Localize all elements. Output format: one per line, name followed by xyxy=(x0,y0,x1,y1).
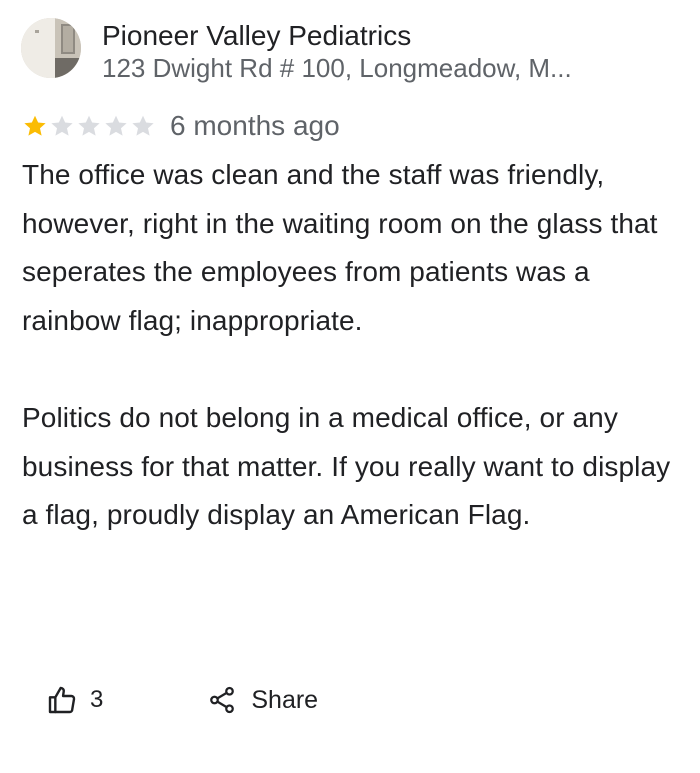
star-empty-icon xyxy=(51,115,73,136)
like-count: 3 xyxy=(90,686,104,713)
star-rating xyxy=(22,113,156,139)
star-empty-icon xyxy=(105,115,127,136)
business-name[interactable]: Pioneer Valley Pediatrics xyxy=(102,19,411,53)
share-icon xyxy=(207,685,237,715)
star-empty-icon xyxy=(132,115,154,136)
review-rating-row: 6 months ago xyxy=(22,108,340,144)
share-button[interactable]: Share xyxy=(207,685,318,715)
review-paragraph: Politics do not belong in a medical offi… xyxy=(22,401,671,531)
review-paragraph: The office was clean and the staff was f… xyxy=(22,159,658,336)
review-text: The office was clean and the staff was f… xyxy=(22,151,682,540)
review-time: 6 months ago xyxy=(170,110,340,141)
review-actions: 3 Share xyxy=(46,680,318,720)
business-photo[interactable] xyxy=(21,18,81,78)
business-address: 123 Dwight Rd # 100, Longmeadow, M... xyxy=(102,53,572,83)
star-filled-icon xyxy=(24,115,46,136)
thumbs-up-icon xyxy=(46,684,78,716)
star-empty-icon xyxy=(78,115,100,136)
share-label: Share xyxy=(251,685,319,714)
business-header[interactable]: Pioneer Valley Pediatrics 123 Dwight Rd … xyxy=(18,16,690,83)
like-button[interactable]: 3 xyxy=(46,684,103,716)
